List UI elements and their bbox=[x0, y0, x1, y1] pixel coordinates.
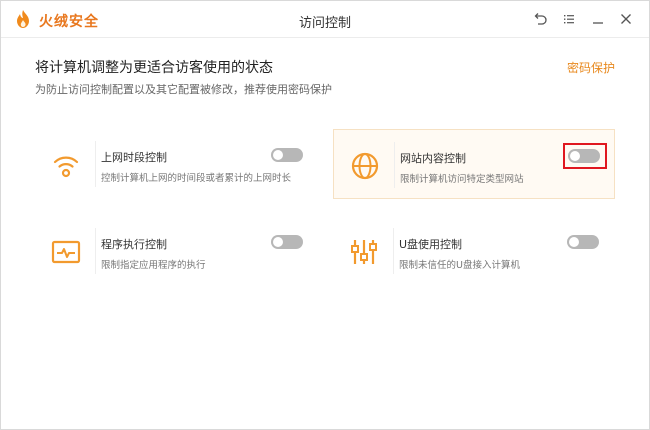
app-window: 火绒安全 访问控制 将计算机调整为更适合访客使用的状态 为防止访问控制配置以及其… bbox=[0, 0, 650, 430]
password-protection-link[interactable]: 密码保护 bbox=[567, 59, 615, 76]
card-title: 上网时段控制 bbox=[101, 151, 167, 164]
undo-arrow-icon bbox=[534, 13, 547, 25]
card-description: 限制指定应用程序的执行 bbox=[101, 260, 206, 271]
close-button[interactable] bbox=[617, 10, 635, 28]
usb-icon bbox=[351, 240, 377, 264]
card-description: 限制计算机访问特定类型网站 bbox=[400, 174, 524, 185]
menu-button[interactable] bbox=[560, 10, 578, 28]
monitor-pulse-icon bbox=[51, 240, 81, 264]
card-program-execution-control: 程序执行控制 限制指定应用程序的执行 bbox=[35, 216, 317, 286]
page-title: 将计算机调整为更适合访客使用的状态 bbox=[35, 60, 273, 76]
card-internet-time-control: 上网时段控制 控制计算机上网的时间段或者累计的上网时长 bbox=[35, 129, 317, 199]
minimize-icon bbox=[593, 22, 603, 24]
card-divider bbox=[95, 228, 96, 274]
close-icon bbox=[621, 14, 631, 24]
card-description: 限制未信任的U盘接入计算机 bbox=[399, 260, 520, 271]
card-divider bbox=[393, 228, 394, 274]
globe-icon bbox=[351, 152, 379, 180]
usb-toggle[interactable] bbox=[567, 235, 599, 249]
toggle-knob bbox=[273, 237, 283, 247]
card-title: 网站内容控制 bbox=[400, 152, 466, 165]
card-divider bbox=[394, 142, 395, 188]
menu-list-icon bbox=[564, 15, 574, 24]
card-title: U盘使用控制 bbox=[399, 238, 463, 251]
minimize-button[interactable] bbox=[589, 10, 607, 28]
highlight-box bbox=[563, 143, 607, 169]
card-usb-control: U盘使用控制 限制未信任的U盘接入计算机 bbox=[333, 216, 615, 286]
card-divider bbox=[95, 141, 96, 187]
wifi-icon bbox=[53, 156, 79, 178]
page-subtitle: 为防止访问控制配置以及其它配置被修改，推荐使用密码保护 bbox=[35, 83, 332, 96]
window-title: 访问控制 bbox=[298, 16, 351, 31]
program-execution-toggle[interactable] bbox=[271, 235, 303, 249]
title-bar: 火绒安全 访问控制 bbox=[1, 1, 649, 38]
back-button[interactable] bbox=[531, 10, 549, 28]
card-description: 控制计算机上网的时间段或者累计的上网时长 bbox=[101, 173, 292, 184]
toggle-knob bbox=[273, 150, 283, 160]
toggle-knob bbox=[569, 237, 579, 247]
internet-time-toggle[interactable] bbox=[271, 148, 303, 162]
card-website-content-control: 网站内容控制 限制计算机访问特定类型网站 bbox=[333, 129, 615, 199]
card-title: 程序执行控制 bbox=[101, 238, 167, 251]
